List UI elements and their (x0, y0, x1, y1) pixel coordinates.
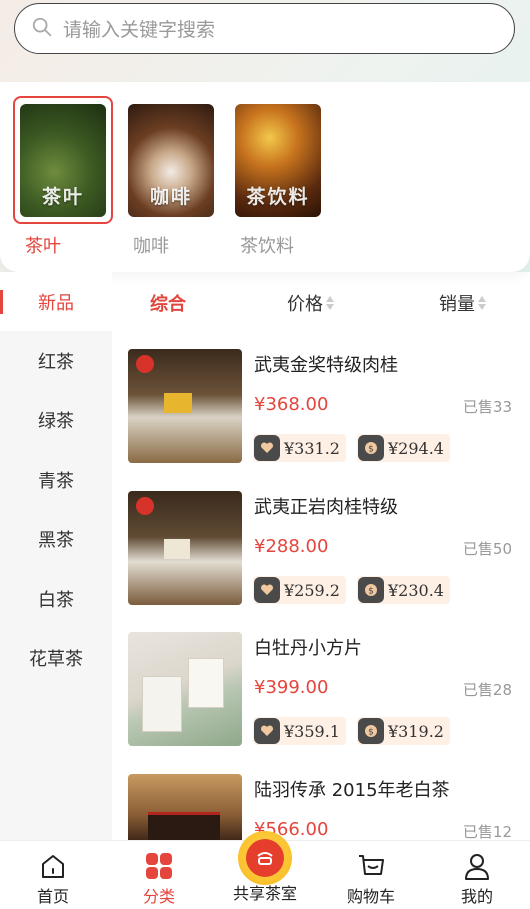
category-label: 茶叶 (25, 236, 61, 257)
tab-home[interactable]: 首页 (0, 841, 106, 909)
sort-overall[interactable]: 综合 (150, 290, 186, 316)
coffee-image: 咖啡 (128, 103, 214, 217)
vip-price-tag: $ ¥294.4 (357, 434, 450, 462)
sort-price[interactable]: 价格 (287, 290, 334, 316)
vip-coin-icon: $ (358, 577, 384, 603)
category-label: 咖啡 (133, 236, 169, 257)
sidebar-item-oolong-tea[interactable]: 青茶 (0, 450, 112, 509)
sort-price-label: 价格 (287, 294, 323, 315)
product-image (128, 491, 242, 605)
sidebar-item-black-tea[interactable]: 红茶 (0, 331, 112, 390)
category-thumb-text: 茶饮料 (246, 185, 310, 208)
tab-category[interactable]: 分类 (106, 841, 212, 909)
product-name: 陆羽传承 2015年老白茶 (254, 780, 450, 801)
category-coffee[interactable]: 咖啡 咖啡 (121, 96, 221, 258)
sort-overall-label: 综合 (150, 294, 186, 315)
search-input[interactable]: 请输入关键字搜索 (63, 15, 215, 42)
bottom-tab-bar: 首页 分类 共享茶室 购物车 我的 (0, 831, 530, 909)
tab-category-label: 分类 (142, 887, 175, 906)
vip-price-1: ¥359.1 (284, 721, 340, 741)
category-tea-drinks[interactable]: 茶饮料 茶饮料 (228, 96, 328, 258)
product-sold-count: 已售50 (462, 540, 512, 558)
vip-price-2: ¥319.2 (388, 721, 444, 741)
sort-sales-label: 销量 (439, 294, 475, 315)
product-sold-count: 已售28 (462, 681, 512, 699)
tab-mine[interactable]: 我的 (424, 841, 530, 909)
product-name: 武夷金奖特级肉桂 (254, 355, 398, 376)
sidebar-item-green-tea[interactable]: 绿茶 (0, 390, 112, 449)
product-card[interactable]: 白牡丹小方片 ¥399.00 已售28 ¥359.1 $ ¥319.2 (128, 632, 520, 748)
tea-pack-image (188, 658, 224, 708)
tab-shared-tearoom-label: 共享茶室 (232, 884, 297, 903)
vip-price-tag: ¥259.2 (253, 576, 346, 604)
brand-logo-icon (136, 355, 154, 373)
category-thumb-text: 茶叶 (41, 185, 84, 208)
sidebar-item-white-tea[interactable]: 白茶 (0, 569, 112, 628)
vip-price-2: ¥294.4 (388, 438, 444, 458)
vip-coin-icon: $ (358, 435, 384, 461)
category-thumb-frame: 茶叶 (13, 96, 113, 224)
category-thumb-frame: 茶饮料 (228, 96, 328, 224)
vip-heart-icon (254, 718, 280, 744)
vip-price-tag: ¥359.1 (253, 717, 346, 745)
home-icon (38, 851, 68, 881)
vip-price-1: ¥259.2 (284, 580, 340, 600)
category-thumb-text: 咖啡 (149, 185, 192, 208)
vip-coin-icon: $ (358, 718, 384, 744)
tearoom-logo-icon (238, 831, 292, 885)
product-name: 白牡丹小方片 (254, 638, 362, 659)
tab-shared-tearoom[interactable]: 共享茶室 (212, 831, 318, 909)
vip-heart-icon (254, 577, 280, 603)
vip-price-tag: $ ¥230.4 (357, 576, 450, 604)
product-sold-count: 已售12 (462, 823, 512, 841)
tab-cart[interactable]: 购物车 (318, 841, 424, 909)
tea-box-image (142, 676, 182, 732)
sidebar-item-new[interactable]: 新品 (0, 272, 112, 331)
search-bar[interactable]: 请输入关键字搜索 (14, 3, 515, 54)
product-name: 武夷正岩肉桂特级 (254, 497, 398, 518)
search-icon (31, 16, 53, 42)
svg-text:$: $ (368, 728, 374, 738)
sort-arrows-icon (478, 296, 486, 310)
sort-sales[interactable]: 销量 (439, 290, 486, 316)
sidebar: 新品 红茶 绿茶 青茶 黑茶 白茶 花草茶 (0, 272, 112, 840)
product-price: ¥399.00 (254, 677, 329, 698)
tea-box-image (148, 812, 220, 842)
vip-price-1: ¥331.2 (284, 438, 340, 458)
tea-leaves-image: 茶叶 (20, 103, 106, 217)
category-thumb-frame: 咖啡 (121, 96, 221, 224)
vip-price-2: ¥230.4 (388, 580, 444, 600)
sidebar-item-herbal-tea[interactable]: 花草茶 (0, 628, 112, 687)
category-grid-icon (144, 851, 174, 881)
tab-mine-label: 我的 (460, 887, 493, 906)
tab-home-label: 首页 (36, 887, 69, 906)
product-sold-count: 已售33 (462, 398, 512, 416)
tab-cart-label: 购物车 (346, 887, 395, 906)
product-price: ¥288.00 (254, 536, 329, 557)
vip-heart-icon (254, 435, 280, 461)
brand-logo-icon (136, 497, 154, 515)
category-tea[interactable]: 茶叶 茶叶 (13, 96, 113, 258)
product-image (128, 632, 242, 746)
sort-arrows-icon (326, 296, 334, 310)
user-icon (462, 851, 492, 881)
cart-icon (356, 851, 386, 881)
category-label: 茶饮料 (240, 236, 294, 257)
product-price: ¥368.00 (254, 394, 329, 415)
gift-box-image (164, 393, 192, 413)
sidebar-item-dark-tea[interactable]: 黑茶 (0, 509, 112, 568)
gift-box-image (164, 539, 190, 559)
svg-text:$: $ (368, 587, 374, 597)
product-card[interactable]: 武夷正岩肉桂特级 ¥288.00 已售50 ¥259.2 $ ¥230.4 (128, 491, 520, 607)
svg-text:$: $ (368, 445, 374, 455)
product-card[interactable]: 武夷金奖特级肉桂 ¥368.00 已售33 ¥331.2 $ ¥294.4 (128, 349, 520, 465)
tea-drink-image: 茶饮料 (235, 103, 321, 217)
product-image (128, 349, 242, 463)
vip-price-tag: ¥331.2 (253, 434, 346, 462)
vip-price-tag: $ ¥319.2 (357, 717, 450, 745)
